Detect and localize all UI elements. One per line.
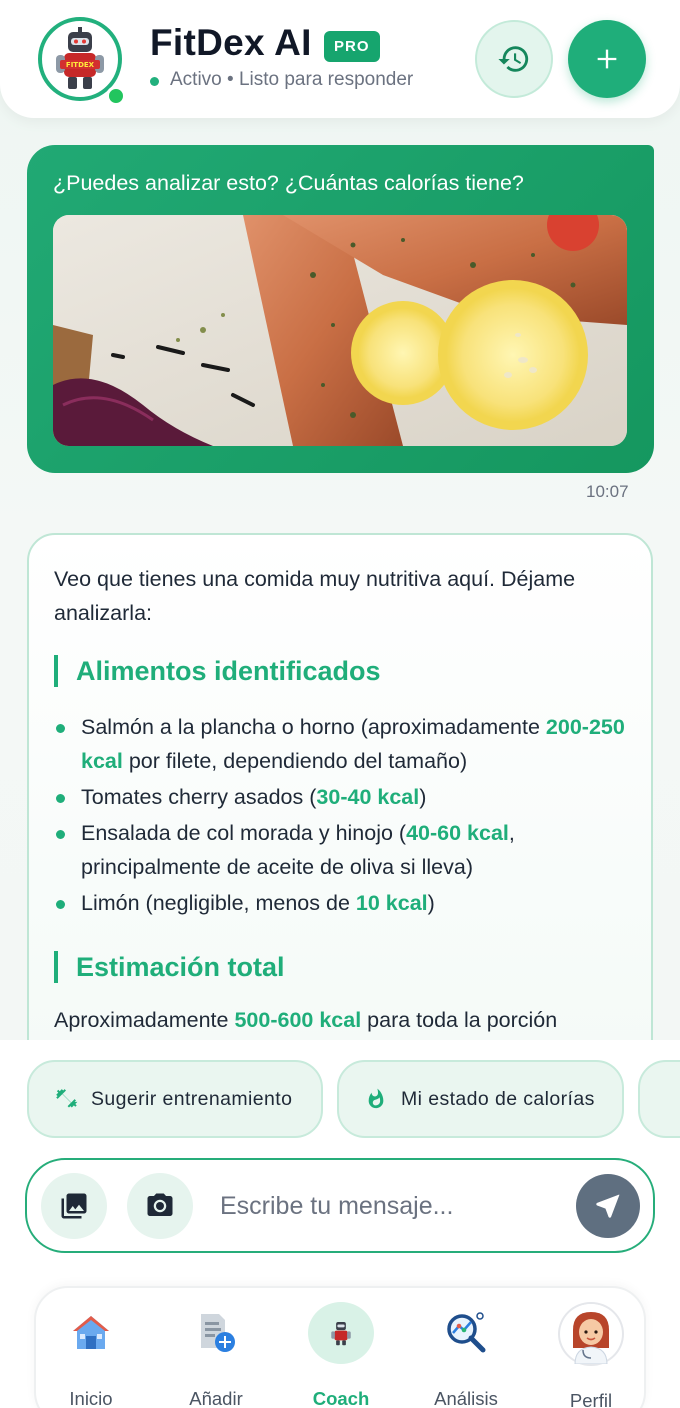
gallery-button[interactable] [41,1173,107,1239]
camera-icon [147,1193,173,1216]
chat-header: FITDEX FitDex AI PRO Activo • Listo para… [0,0,680,118]
new-chat-button[interactable] [568,20,646,98]
list-item: Ensalada de col morada y hinojo (40-60 k… [54,816,629,884]
ai-message-bubble: Veo que tienes una comida muy nutritiva … [27,533,653,1093]
nav-label: Análisis [434,1388,498,1408]
ai-intro-text: Veo que tienes una comida muy nutritiva … [54,567,576,625]
total-estimate-text: Aproximadamente 500-600 kcal para toda l… [54,1008,558,1032]
list-item: Limón (negligible, menos de 10 kcal) [54,886,629,920]
list-item: Tomates cherry asados (30-40 kcal) [54,780,629,814]
profile-avatar-icon [558,1302,624,1366]
kcal-highlight: 40-60 kcal [406,821,509,845]
nav-label: Añadir [189,1388,243,1408]
online-indicator [106,86,126,106]
nav-item-perfil[interactable]: Perfil [536,1288,646,1408]
send-button[interactable] [576,1174,640,1238]
bottom-navigation: Inicio Añadir Coach Análisis Perfil [34,1286,646,1408]
camera-button[interactable] [127,1173,193,1239]
salmon-dish-image [53,215,627,446]
send-icon [596,1194,620,1218]
kcal-highlight: 10 kcal [355,891,428,915]
suggestion-chip-more[interactable] [638,1060,680,1138]
bullet-dot [56,830,65,839]
app-title: FitDex AI [150,22,312,63]
nav-item-anadir[interactable]: Añadir [161,1288,271,1408]
analysis-magnifier-icon [433,1302,499,1364]
status-text: Activo • Listo para responder [170,69,414,90]
status-dot [150,77,159,86]
plus-icon [597,49,617,69]
history-button[interactable] [475,20,553,98]
message-timestamp: 10:07 [586,482,629,501]
section-title-foods: Alimentos identificados [54,655,381,687]
chip-label: Sugerir entrenamiento [91,1087,293,1110]
robot-logo-icon: FITDEX [56,27,104,89]
user-message-text: ¿Puedes analizar esto? ¿Cuántas calorías… [53,171,524,195]
nav-item-coach[interactable]: Coach [286,1288,396,1408]
robot-coach-icon [308,1302,374,1364]
nav-item-inicio[interactable]: Inicio [36,1288,146,1408]
list-item: Salmón a la plancha o horno (aproximadam… [54,710,629,778]
kcal-highlight: 30-40 kcal [316,785,420,809]
flame-icon [363,1086,389,1112]
food-list: Salmón a la plancha o horno (aproximadam… [54,710,629,922]
nav-label: Coach [312,1388,370,1408]
suggestion-chip-workout[interactable]: Sugerir entrenamiento [27,1060,323,1138]
bullet-dot [56,794,65,803]
nav-label: Inicio [69,1388,113,1408]
bullet-dot [56,900,65,909]
kcal-highlight: 500-600 kcal [234,1008,362,1032]
chip-label: Mi estado de calorías [401,1087,595,1110]
gallery-icon [61,1193,87,1219]
nav-label: Perfil [569,1390,613,1408]
section-title-total: Estimación total [54,951,285,983]
message-input[interactable] [220,1180,560,1232]
logo-text: FITDEX [66,61,95,69]
user-message-bubble: ¿Puedes analizar esto? ¿Cuántas calorías… [27,145,654,473]
bottom-panel: Sugerir entrenamiento Mi estado de calor… [0,1040,680,1408]
add-document-icon [183,1302,249,1364]
bullet-dot [56,724,65,733]
pro-badge: PRO [324,31,380,62]
food-photo[interactable] [53,215,627,446]
nav-item-analisis[interactable]: Análisis [411,1288,521,1408]
suggestion-chip-calories[interactable]: Mi estado de calorías [337,1060,624,1138]
home-icon [58,1302,124,1364]
history-icon [498,46,529,72]
dumbbell-icon [53,1086,79,1112]
message-composer [25,1158,655,1253]
